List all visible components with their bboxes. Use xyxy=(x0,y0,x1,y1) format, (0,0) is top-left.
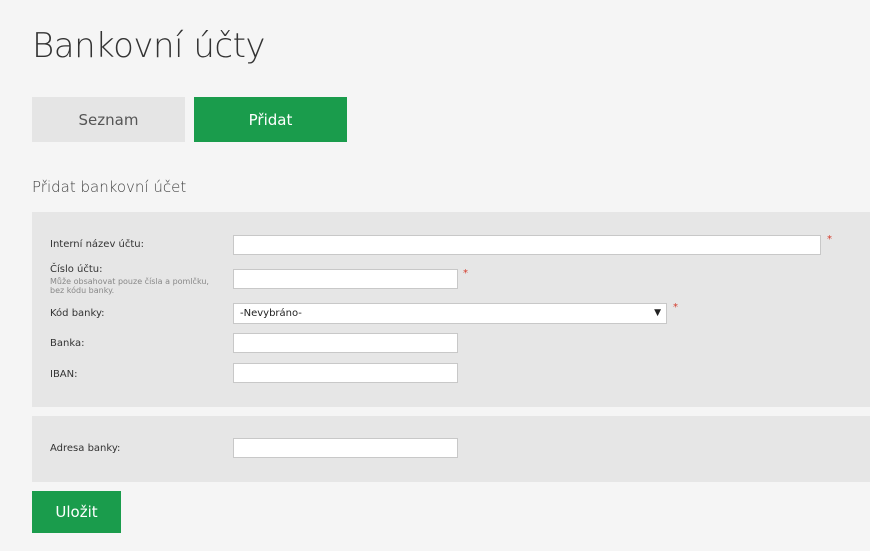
required-mark: * xyxy=(827,234,832,245)
bank-address-label: Adresa banky: xyxy=(50,443,121,454)
tab-list[interactable]: Seznam xyxy=(32,97,185,142)
account-number-label: Číslo účtu: Může obsahovat pouze čísla a… xyxy=(50,264,220,295)
bank-input[interactable] xyxy=(233,333,458,353)
section-title: Přidat bankovní účet xyxy=(32,178,187,196)
page-title: Bankovní účty xyxy=(32,26,266,66)
tab-add[interactable]: Přidat xyxy=(194,97,347,142)
required-mark: * xyxy=(673,302,678,313)
caret-down-icon: ▼ xyxy=(654,308,661,318)
tab-list-label: Seznam xyxy=(78,110,139,129)
account-number-hint: Může obsahovat pouze čísla a pomlčku, be… xyxy=(50,277,209,295)
bank-code-select[interactable]: -Nevybráno- ▼ xyxy=(233,303,667,324)
internal-name-label: Interní název účtu: xyxy=(50,239,145,250)
bank-account-form-panel: Interní název účtu: * Číslo účtu: Může o… xyxy=(32,212,870,407)
bank-code-selected-value: -Nevybráno- xyxy=(240,308,302,319)
internal-name-input[interactable] xyxy=(233,235,821,255)
bank-address-input[interactable] xyxy=(233,438,458,458)
iban-label: IBAN: xyxy=(50,369,78,380)
bank-label: Banka: xyxy=(50,338,85,349)
account-number-input[interactable] xyxy=(233,269,458,289)
bank-code-label: Kód banky: xyxy=(50,308,105,319)
account-number-label-text: Číslo účtu: xyxy=(50,264,103,275)
save-button[interactable]: Uložit xyxy=(32,491,121,533)
required-mark: * xyxy=(463,268,468,279)
bank-address-panel: Adresa banky: xyxy=(32,416,870,482)
iban-input[interactable] xyxy=(233,363,458,383)
tab-add-label: Přidat xyxy=(248,110,293,129)
